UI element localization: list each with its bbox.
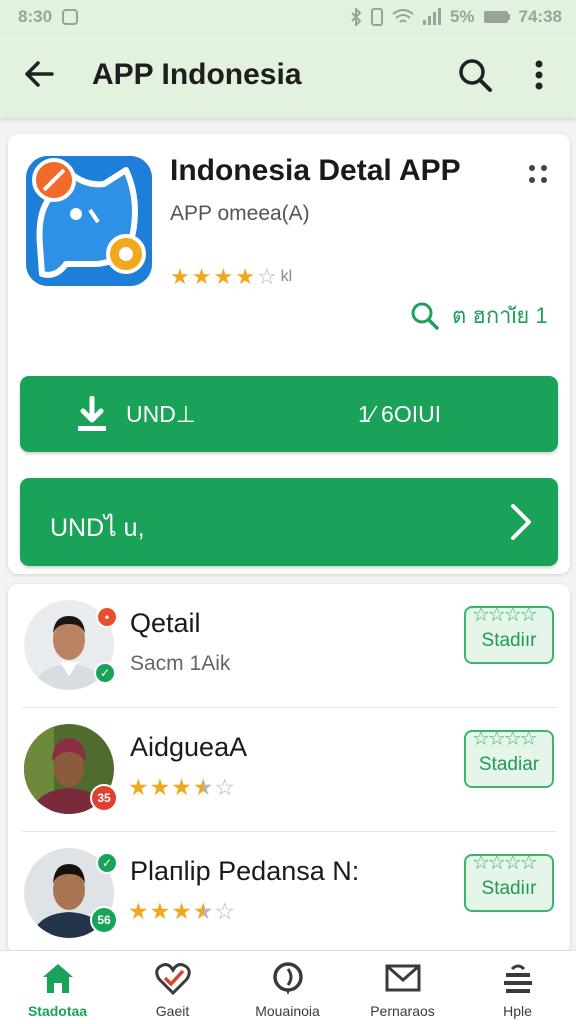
nav-label: Hple [503,1003,532,1019]
star-icon: ★ [149,898,171,924]
star-icon: ★ [192,898,214,924]
install-button[interactable]: UND⊥ 1⁄ 6OIUI [20,376,558,452]
nav-item-messages[interactable]: Pernaraos [345,951,460,1024]
back-arrow-icon[interactable] [22,56,58,92]
star-icon: ★ [171,774,192,800]
stars-icon: ☆☆☆☆ [472,852,538,874]
item-name: Qetail [130,608,201,638]
star-icon: ★ [128,898,149,924]
star-icon: ☆ [256,264,277,289]
star-icon: ★ [213,264,234,289]
nav-item-help[interactable]: Hple [460,951,575,1024]
status-badge: ✓ [96,852,118,874]
item-name: Plaпlip Pedansa N: [130,856,360,886]
stars-icon: ☆☆☆☆ [472,604,538,626]
rate-button-label: Stadiar [478,754,540,775]
count-badge: 56 [90,906,118,934]
star-icon: ★ [171,898,192,924]
compass-icon [273,962,303,995]
bluetooth-icon [351,8,362,26]
nav-item-favorites[interactable]: Gaeit [115,951,230,1024]
item-subtitle: Sacm 1Aik [130,652,231,675]
item-rating: ★ ★ ★ ★ ☆ [128,774,235,801]
item-rating: ★ ★ ★ ★ ☆ [128,898,235,925]
page-title: APP Indonesia [92,58,302,91]
nav-item-home[interactable]: Stadotaa [0,951,115,1024]
rating-count: kl [280,268,293,285]
grid-menu-icon[interactable] [526,162,550,186]
secondary-action-button[interactable]: UNDไ u, [20,478,558,566]
star-icon: ☆ [214,774,236,800]
count-badge: 35 [90,784,118,812]
wifi-icon [392,9,414,23]
more-vert-icon[interactable] [526,56,552,94]
signal-icon [422,8,441,25]
battery-percent: 5% [449,7,475,26]
related-list: • ✓ Qetail Sacm 1Aik ☆☆☆☆ Stadiır 35 Aid… [8,584,570,954]
star-icon: ☆ [214,898,236,924]
nav-label: Gaeit [155,1003,190,1019]
status-badge: • [96,606,118,628]
list-item[interactable]: 35 AidgueaA ★ ★ ★ ★ ☆ ☆☆☆☆ Stadiar [8,708,570,832]
search-icon [411,302,439,330]
notification-icon [62,9,79,25]
home-icon [43,964,73,993]
search-link-label: ต ฮกาiัย 1 [452,303,548,328]
app-developer[interactable]: APP omeea(A) [170,202,310,226]
item-name: AidgueaA [130,732,248,762]
install-size: 1⁄ 6OIUI [358,401,442,427]
app-details-card: Indonesia Detal APP APP omeea(A) ★ ★ ★ ★ ☆ kl… [8,134,570,574]
layers-icon [504,964,532,993]
mail-icon [385,964,421,992]
battery-icon [483,11,510,23]
vibrate-icon [370,8,383,26]
app-rating: ★ ★ ★ ★ ☆ kl [170,264,292,290]
nav-label: Mouainoia [255,1003,320,1019]
heart-check-icon [155,963,191,995]
list-item[interactable]: • ✓ Qetail Sacm 1Aik ☆☆☆☆ Stadiır [8,584,570,708]
nav-label: Stadotaa [27,1003,88,1019]
rate-button[interactable]: ☆☆☆☆ Stadiar [464,728,554,788]
list-item[interactable]: ✓ 56 Plaпlip Pedansa N: ★ ★ ★ ★ ☆ ☆☆☆☆ Stadi… [8,832,570,954]
stars-icon: ☆☆☆☆ [472,728,538,750]
chevron-right-icon [511,504,531,540]
status-bar: 8:30 5% 74:38 [0,0,576,34]
status-clock: 74:38 [518,7,562,26]
status-time: 8:30 [18,7,53,26]
secondary-label: UNDไ u, [50,514,145,542]
rate-button-label: Stadiır [481,878,537,899]
verified-badge: ✓ [94,662,116,684]
rate-button-label: Stadiır [481,630,537,651]
star-icon: ★ [191,264,212,289]
rate-button[interactable]: ☆☆☆☆ Stadiır [464,604,554,664]
nav-item-explore[interactable]: Mouainoia [230,951,345,1024]
search-icon[interactable] [456,56,494,94]
star-icon: ★ [170,264,190,289]
app-bar: APP Indonesia [0,34,576,118]
star-icon: ★ [192,774,214,800]
bottom-navigation: Stadotaa Gaeit Mouainoia Pernaraos Hple [0,950,576,1024]
star-icon: ★ [149,774,171,800]
app-name: Indonesia Detal APP [170,154,461,187]
app-icon [26,156,152,286]
star-icon: ★ [128,774,149,800]
search-link[interactable]: ต ฮกาiัย 1 [410,298,548,333]
nav-label: Pernaraos [370,1003,435,1019]
install-label: UND⊥ [126,401,196,427]
download-icon [78,396,106,431]
star-icon: ★ [235,264,255,289]
rate-button[interactable]: ☆☆☆☆ Stadiır [464,852,554,912]
